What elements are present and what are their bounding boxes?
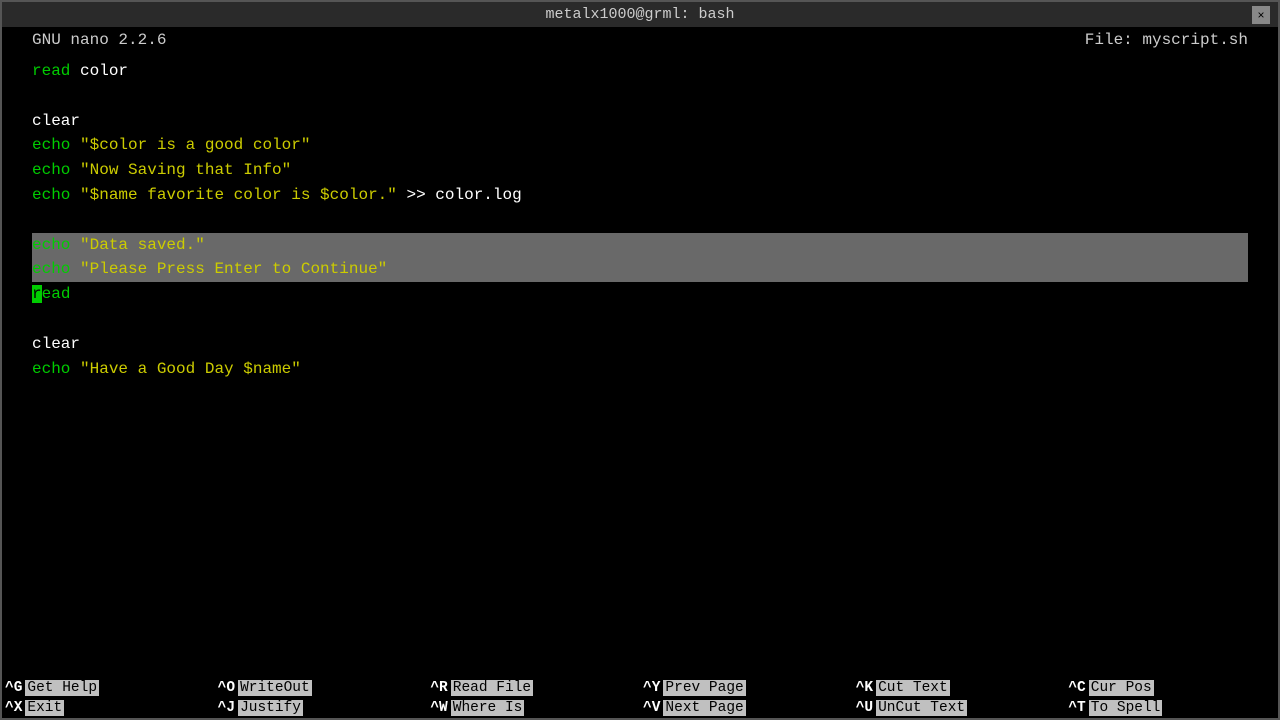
key-to-spell: ^T [1068, 700, 1085, 716]
shortcut-cut-text[interactable]: ^K Cut Text [853, 678, 1066, 698]
nano-filename: File: myscript.sh [1085, 31, 1248, 49]
shortcut-next-page[interactable]: ^V Next Page [640, 698, 853, 718]
terminal-window: metalx1000@grml: bash × GNU nano 2.2.6 F… [0, 0, 1280, 720]
code-line-6: echo "$name favorite color is $color." >… [32, 183, 1248, 208]
code-line-empty-3 [32, 307, 1248, 332]
window-title: metalx1000@grml: bash [545, 6, 734, 23]
key-writeout: ^O [218, 680, 235, 696]
key-justify: ^J [218, 700, 235, 716]
label-justify: Justify [238, 700, 303, 716]
code-line-10: read [32, 282, 1248, 307]
shortcut-get-help[interactable]: ^G Get Help [2, 678, 215, 698]
label-read-file: Read File [451, 680, 533, 696]
label-writeout: WriteOut [238, 680, 312, 696]
shortcut-writeout[interactable]: ^O WriteOut [215, 678, 428, 698]
key-uncut-text: ^U [856, 700, 873, 716]
bottom-row-1: ^G Get Help ^O WriteOut ^R Read File ^Y … [2, 678, 1278, 698]
shortcut-prev-page[interactable]: ^Y Prev Page [640, 678, 853, 698]
shortcut-exit[interactable]: ^X Exit [2, 698, 215, 718]
code-line-9: echo "Please Press Enter to Continue" [32, 257, 1248, 282]
label-exit: Exit [25, 700, 64, 716]
label-cut-text: Cut Text [876, 680, 950, 696]
code-line-13: echo "Have a Good Day $name" [32, 357, 1248, 382]
bottom-row-2: ^X Exit ^J Justify ^W Where Is ^V Next P… [2, 698, 1278, 718]
label-prev-page: Prev Page [663, 680, 745, 696]
shortcut-cur-pos[interactable]: ^C Cur Pos [1065, 678, 1278, 698]
key-get-help: ^G [5, 680, 22, 696]
editor-area[interactable]: read color clear echo "$color is a good … [2, 53, 1278, 678]
key-prev-page: ^Y [643, 680, 660, 696]
key-next-page: ^V [643, 700, 660, 716]
code-line-1: read color [32, 59, 1248, 84]
shortcut-to-spell[interactable]: ^T To Spell [1065, 698, 1278, 718]
bottom-bar: ^G Get Help ^O WriteOut ^R Read File ^Y … [2, 678, 1278, 718]
title-bar: metalx1000@grml: bash × [2, 2, 1278, 27]
close-button[interactable]: × [1252, 6, 1270, 24]
code-line-empty-1 [32, 84, 1248, 109]
label-where-is: Where Is [451, 700, 525, 716]
key-where-is: ^W [430, 700, 447, 716]
nano-version: GNU nano 2.2.6 [32, 31, 166, 49]
label-cur-pos: Cur Pos [1089, 680, 1154, 696]
label-uncut-text: UnCut Text [876, 700, 967, 716]
code-line-empty-2 [32, 208, 1248, 233]
key-exit: ^X [5, 700, 22, 716]
nano-header: GNU nano 2.2.6 File: myscript.sh [2, 27, 1278, 53]
shortcut-uncut-text[interactable]: ^U UnCut Text [853, 698, 1066, 718]
code-line-4: echo "$color is a good color" [32, 133, 1248, 158]
label-next-page: Next Page [663, 700, 745, 716]
label-get-help: Get Help [25, 680, 99, 696]
key-cut-text: ^K [856, 680, 873, 696]
shortcut-justify[interactable]: ^J Justify [215, 698, 428, 718]
code-line-5: echo "Now Saving that Info" [32, 158, 1248, 183]
key-read-file: ^R [430, 680, 447, 696]
code-line-8: echo "Data saved." [32, 233, 1248, 258]
shortcut-where-is[interactable]: ^W Where Is [427, 698, 640, 718]
code-line-12: clear [32, 332, 1248, 357]
code-line-3: clear [32, 109, 1248, 134]
key-cur-pos: ^C [1068, 680, 1085, 696]
shortcut-read-file[interactable]: ^R Read File [427, 678, 640, 698]
label-to-spell: To Spell [1089, 700, 1163, 716]
